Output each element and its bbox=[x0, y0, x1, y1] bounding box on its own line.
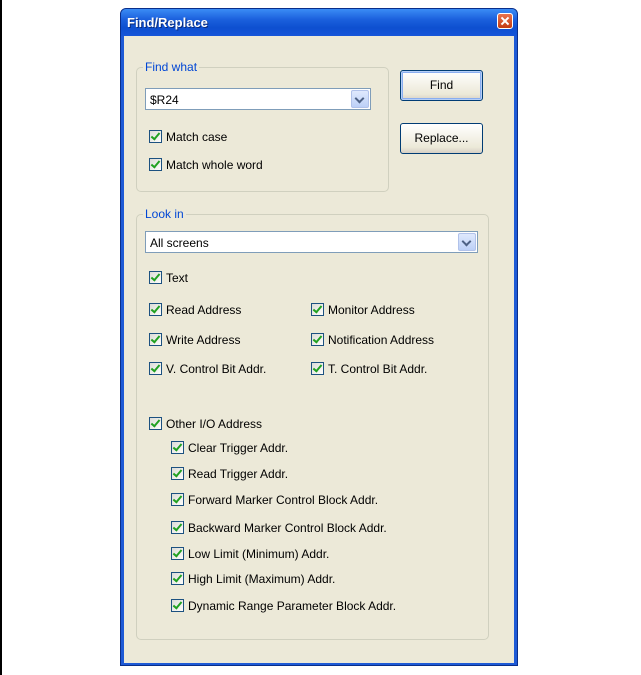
high-limit-label: High Limit (Maximum) Addr. bbox=[188, 572, 336, 586]
find-what-group: Find what $R24 Match case Match whole wo… bbox=[136, 60, 389, 192]
notification-address-label: Notification Address bbox=[328, 333, 435, 347]
checkmark-icon bbox=[171, 572, 184, 585]
text-label: Text bbox=[166, 271, 189, 285]
dynamic-range-label: Dynamic Range Parameter Block Addr. bbox=[188, 599, 397, 613]
low-limit-label: Low Limit (Minimum) Addr. bbox=[188, 547, 330, 561]
checkmark-icon bbox=[171, 599, 184, 612]
t-control-bit-label: T. Control Bit Addr. bbox=[328, 362, 428, 376]
chevron-down-icon[interactable] bbox=[351, 90, 369, 108]
read-address-label: Read Address bbox=[166, 303, 242, 317]
checkmark-icon bbox=[149, 158, 162, 171]
find-button[interactable]: Find bbox=[400, 70, 483, 101]
clear-trigger-label: Clear Trigger Addr. bbox=[188, 441, 289, 455]
checkmark-icon bbox=[171, 441, 184, 454]
checkmark-icon bbox=[171, 547, 184, 560]
checkmark-icon bbox=[149, 333, 162, 346]
checkmark-icon bbox=[149, 362, 162, 375]
forward-marker-label: Forward Marker Control Block Addr. bbox=[188, 493, 379, 507]
monitor-address-label: Monitor Address bbox=[328, 303, 415, 317]
find-replace-dialog: Find/Replace Find what $R24 Match case M… bbox=[120, 8, 518, 666]
checkmark-icon bbox=[149, 271, 162, 284]
checkmark-icon bbox=[311, 333, 324, 346]
chevron-down-icon[interactable] bbox=[458, 233, 476, 251]
replace-button[interactable]: Replace... bbox=[400, 123, 483, 154]
look-in-group: Look in All screens Text Read Address Mo… bbox=[136, 207, 489, 640]
look-in-value: All screens bbox=[150, 236, 209, 250]
checkmark-icon bbox=[311, 303, 324, 316]
checkmark-icon bbox=[149, 130, 162, 143]
checkmark-icon bbox=[171, 467, 184, 480]
v-control-bit-label: V. Control Bit Addr. bbox=[166, 362, 267, 376]
checkmark-icon bbox=[149, 303, 162, 316]
read-trigger-label: Read Trigger Addr. bbox=[188, 467, 289, 481]
other-io-address-label: Other I/O Address bbox=[166, 417, 263, 431]
find-what-value: $R24 bbox=[150, 93, 179, 107]
page-margin-rule bbox=[0, 0, 2, 675]
close-icon[interactable] bbox=[497, 13, 513, 29]
checkmark-icon bbox=[171, 493, 184, 506]
dialog-client-area: Find what $R24 Match case Match whole wo… bbox=[124, 36, 514, 663]
find-what-combobox[interactable]: $R24 bbox=[145, 88, 371, 110]
checkmark-icon bbox=[171, 521, 184, 534]
checkmark-icon bbox=[311, 362, 324, 375]
find-what-legend: Find what bbox=[143, 60, 200, 74]
match-whole-word-label: Match whole word bbox=[166, 158, 263, 172]
title-bar[interactable]: Find/Replace bbox=[121, 9, 517, 36]
write-address-label: Write Address bbox=[166, 333, 241, 347]
look-in-combobox[interactable]: All screens bbox=[145, 231, 478, 253]
look-in-legend: Look in bbox=[143, 207, 186, 221]
window-title: Find/Replace bbox=[127, 15, 208, 30]
match-case-label: Match case bbox=[166, 130, 228, 144]
checkmark-icon bbox=[149, 417, 162, 430]
backward-marker-label: Backward Marker Control Block Addr. bbox=[188, 521, 387, 535]
